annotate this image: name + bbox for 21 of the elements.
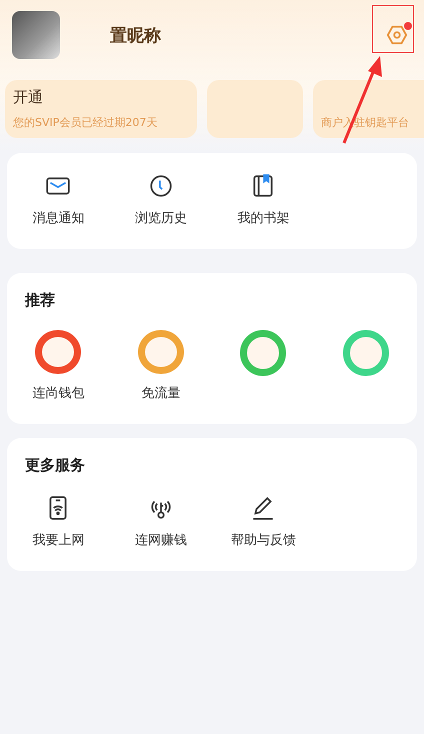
nickname[interactable]: 置昵称 [110, 24, 161, 46]
settings-icon [386, 24, 408, 46]
promo-title: 开通 [13, 88, 44, 107]
avatar[interactable] [12, 11, 60, 59]
promo-card[interactable]: 开通 您的SVIP会员已经过期207天 [5, 80, 197, 138]
service-label[interactable]: 连网赚钱 [134, 531, 187, 549]
shortcut-label[interactable]: 我的书架 [237, 209, 290, 227]
section-title: 更多服务 [25, 456, 86, 475]
promo-subtitle: 您的SVIP会员已经过期207天 [13, 115, 158, 130]
section-title: 推荐 [25, 291, 56, 310]
shortcut-label[interactable]: 浏览历史 [134, 209, 187, 227]
app-icon[interactable] [35, 330, 82, 374]
clock-icon [148, 173, 174, 199]
app-icon[interactable] [138, 330, 184, 374]
app-label[interactable]: 免流量 [141, 384, 180, 402]
shortcut-label[interactable]: 消息通知 [32, 209, 84, 227]
service-label[interactable]: 帮助与反馈 [230, 531, 296, 549]
app-label[interactable]: 连尚钱包 [32, 384, 84, 402]
app-icon[interactable] [342, 330, 389, 376]
service-label[interactable]: 我要上网 [32, 531, 84, 549]
app-icon[interactable] [240, 330, 286, 376]
